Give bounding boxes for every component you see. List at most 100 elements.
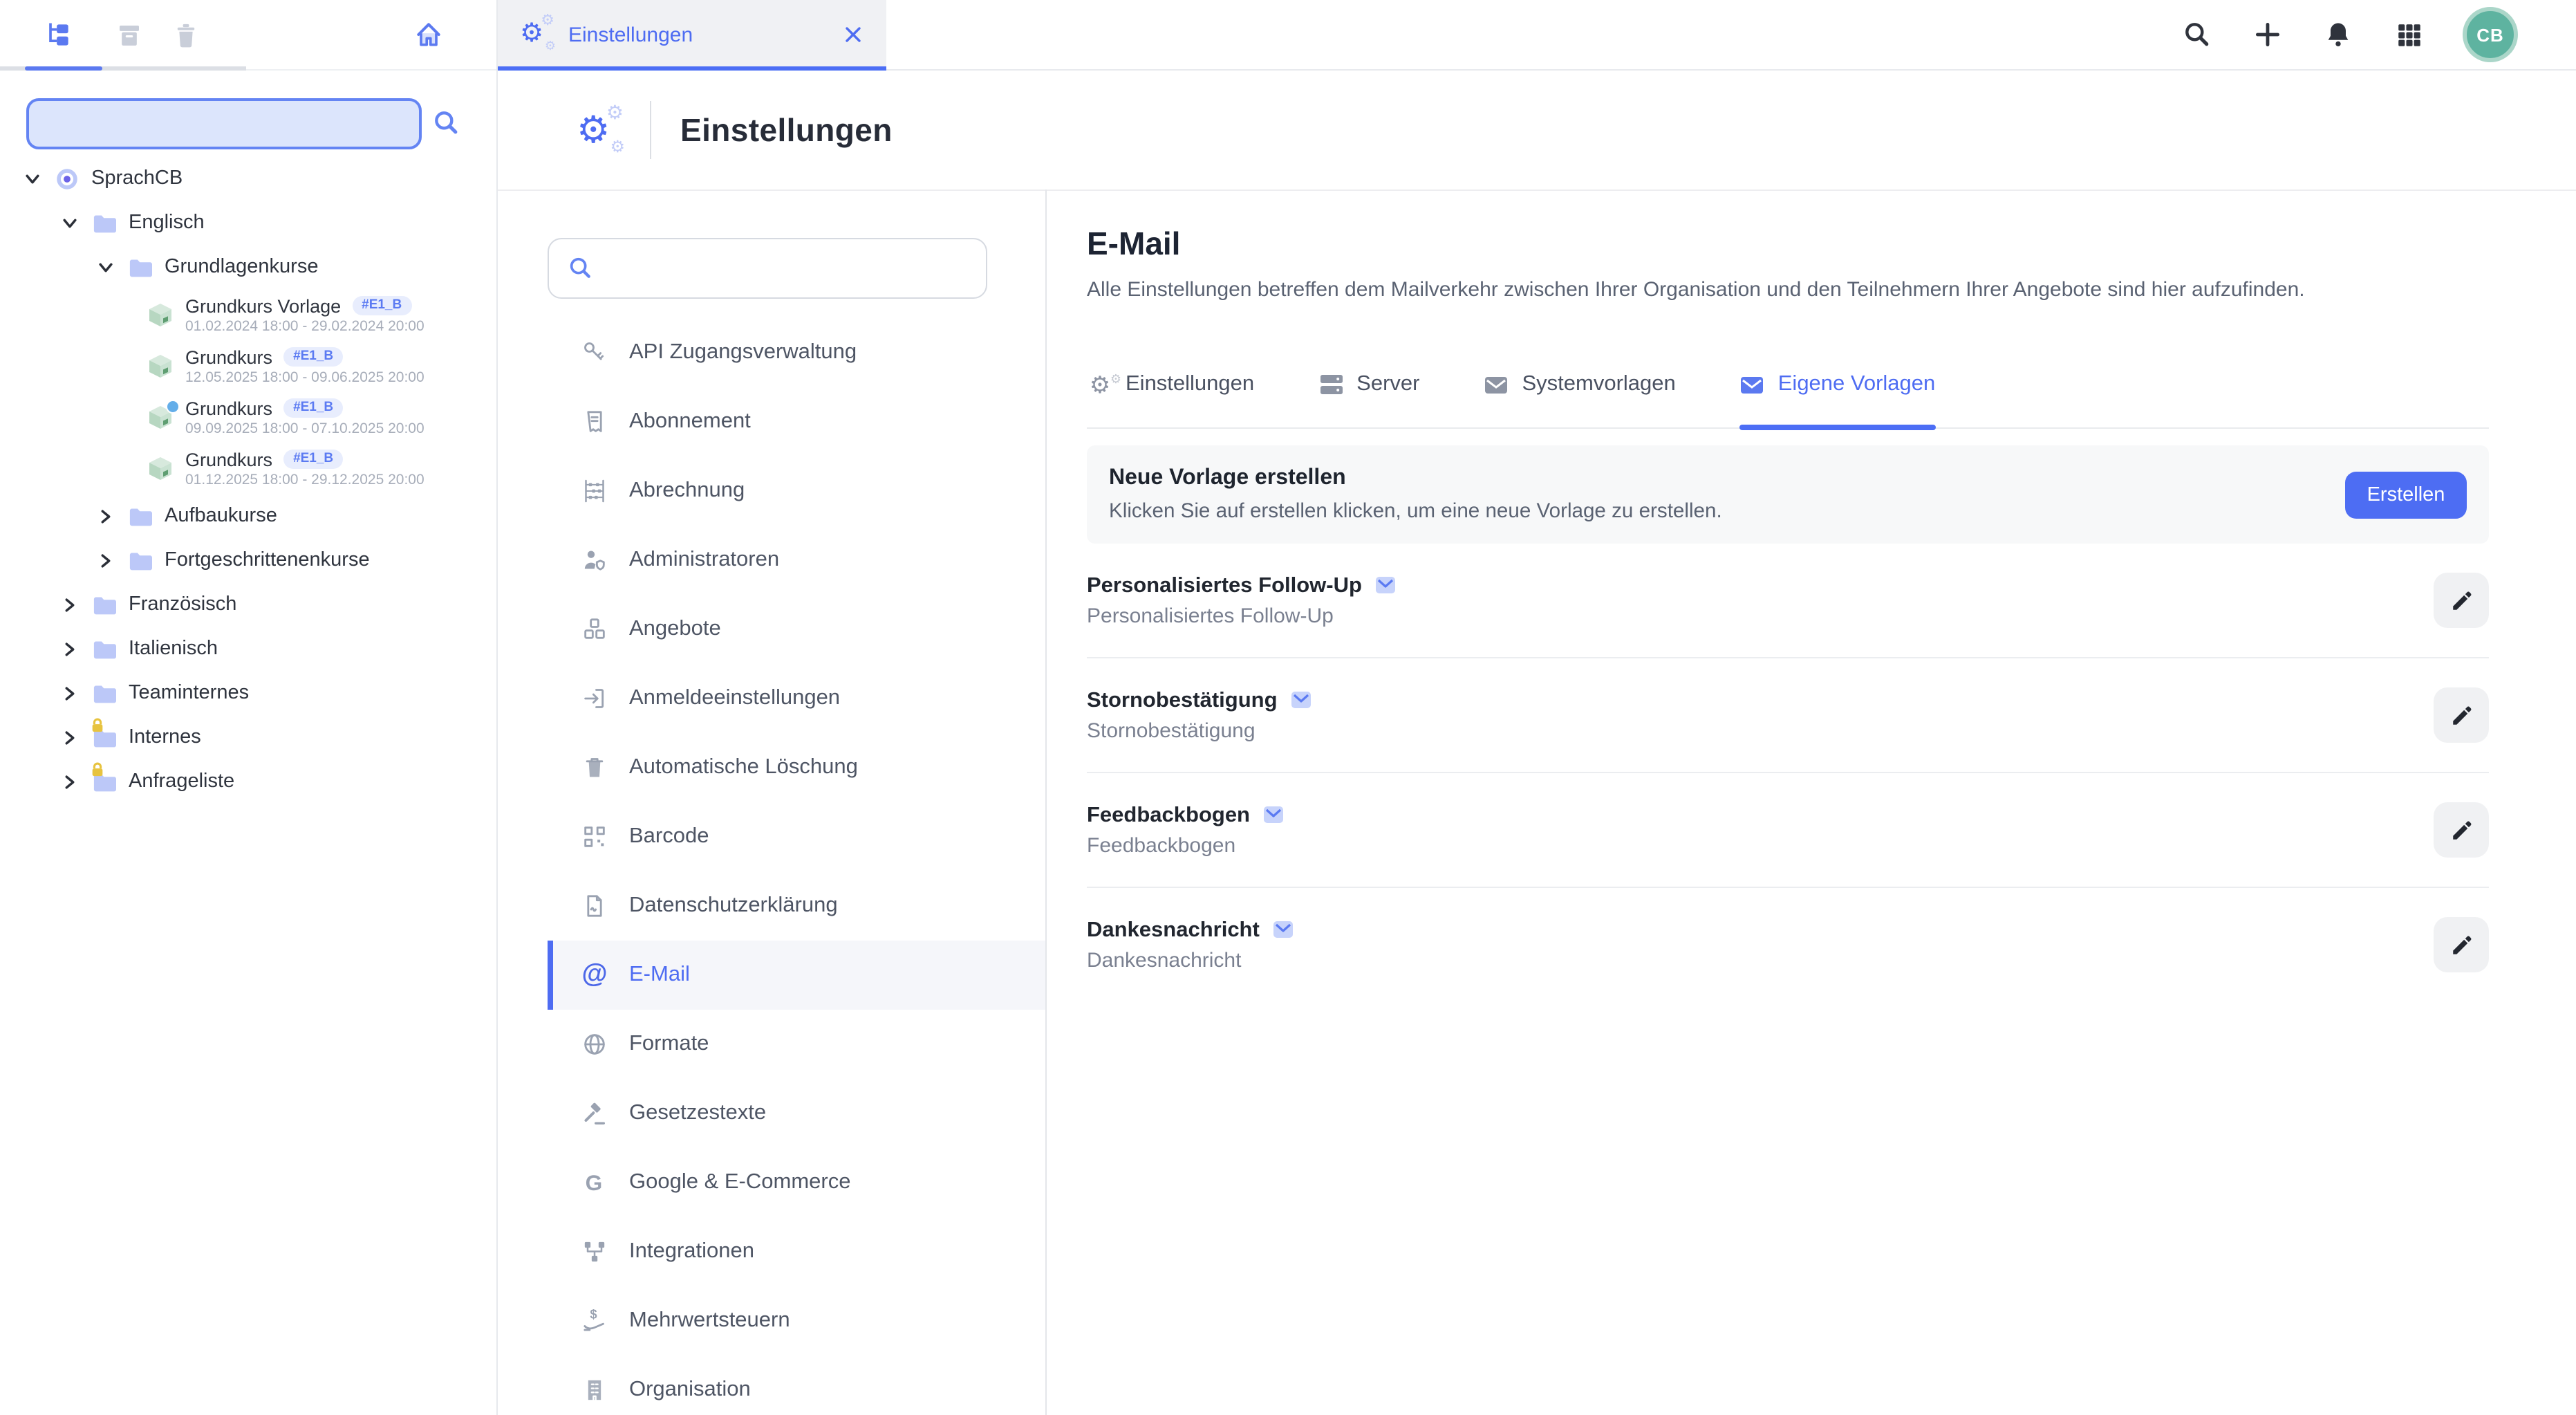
add-icon[interactable] <box>2251 18 2284 51</box>
tree-item-folder-locked[interactable]: Anfrageliste <box>0 759 496 804</box>
tab-einstellungen[interactable]: ⚙⚙⚙ Einstellungen <box>498 0 886 69</box>
tree-item-course[interactable]: Grundkurs #E1_B 01.12.2025 18:00 - 29.12.… <box>0 443 496 494</box>
menu-item-automatische-loeschung[interactable]: Automatische Löschung <box>548 733 1045 802</box>
course-tree-panel: SprachCB Englisch Grundlagenkurse Grundk… <box>0 0 498 1415</box>
menu-item-formate[interactable]: Formate <box>548 1010 1045 1079</box>
search-icon[interactable] <box>2181 18 2214 51</box>
course-dates: 01.02.2024 18:00 - 29.02.2024 20:00 <box>185 317 424 334</box>
menu-item-anmeldeeinstellungen[interactable]: Anmeldeeinstellungen <box>548 664 1045 733</box>
topbar-actions: CB <box>2181 7 2576 62</box>
horizontal-scrollbar-thumb[interactable] <box>25 66 102 71</box>
tab-eigene-vorlagen[interactable]: Eigene Vorlagen <box>1739 372 1936 427</box>
template-row[interactable]: Feedbackbogen Feedbackbogen <box>1087 773 2489 888</box>
tab-server[interactable]: Server <box>1318 372 1419 427</box>
tree-item-folder[interactable]: Aufbaukurse <box>0 494 496 538</box>
edit-button[interactable] <box>2434 802 2489 858</box>
menu-item-organisation[interactable]: Organisation <box>548 1356 1045 1415</box>
tree-item-folder[interactable]: Italienisch <box>0 627 496 671</box>
menu-item-mehrwertsteuern[interactable]: $ Mehrwertsteuern <box>548 1286 1045 1356</box>
menu-item-api[interactable]: API Zugangsverwaltung <box>548 318 1045 387</box>
menu-item-label: Anmeldeeinstellungen <box>629 686 840 711</box>
menu-item-label: Integrationen <box>629 1239 754 1264</box>
menu-item-abrechnung[interactable]: Abrechnung <box>548 456 1045 526</box>
menu-item-gesetzestexte[interactable]: Gesetzestexte <box>548 1079 1045 1148</box>
course-dates: 01.12.2025 18:00 - 29.12.2025 20:00 <box>185 471 424 488</box>
folder-icon <box>91 726 116 748</box>
tree-item-course[interactable]: Grundkurs Vorlage#E1_B 01.02.2024 18:00 … <box>0 289 496 340</box>
chevron-down-icon[interactable] <box>24 170 40 187</box>
tree-item-label: Teaminternes <box>129 682 249 704</box>
menu-item-angebote[interactable]: Angebote <box>548 595 1045 664</box>
course-box-icon <box>147 352 174 380</box>
envelope-icon <box>1739 373 1766 396</box>
search-icon <box>567 255 595 282</box>
avatar[interactable]: CB <box>2463 7 2518 62</box>
edit-button[interactable] <box>2434 917 2489 972</box>
tree-item-label: Fortgeschrittenenkurse <box>165 549 370 571</box>
course-title: Grundkurs Vorlage <box>185 295 341 316</box>
template-row[interactable]: Dankesnachricht Dankesnachricht <box>1087 888 2489 1001</box>
tree-item-folder-locked[interactable]: Internes <box>0 715 496 759</box>
chevron-right-icon[interactable] <box>61 773 77 790</box>
menu-item-google-ecommerce[interactable]: G Google & E-Commerce <box>548 1148 1045 1217</box>
chevron-right-icon[interactable] <box>61 596 77 613</box>
chevron-down-icon[interactable] <box>97 259 113 275</box>
create-button[interactable]: Erstellen <box>2345 471 2467 518</box>
chevron-right-icon[interactable] <box>97 552 113 568</box>
menu-item-integrationen[interactable]: Integrationen <box>548 1217 1045 1286</box>
trash-icon[interactable] <box>169 18 202 51</box>
tree-item-folder[interactable]: Französisch <box>0 582 496 627</box>
tree-item-folder[interactable]: Grundlagenkurse <box>0 245 496 289</box>
tab-systemvorlagen[interactable]: Systemvorlagen <box>1483 372 1675 427</box>
template-row[interactable]: Stornobestätigung Stornobestätigung <box>1087 658 2489 773</box>
close-icon[interactable] <box>842 24 864 46</box>
menu-item-administratoren[interactable]: Administratoren <box>548 526 1045 595</box>
notifications-icon[interactable] <box>2322 18 2355 51</box>
tree-item-course[interactable]: Grundkurs#E1_B 09.09.2025 18:00 - 07.10.… <box>0 391 496 443</box>
course-badge: #E1_B <box>283 450 343 469</box>
envelope-icon <box>1483 373 1509 396</box>
tree-view-icon[interactable] <box>41 18 75 51</box>
chevron-right-icon[interactable] <box>97 508 113 524</box>
email-settings-panel: E-Mail Alle Einstellungen betreffen dem … <box>1047 189 2576 1415</box>
menu-item-datenschutzerklaerung[interactable]: Datenschutzerklärung <box>548 871 1045 941</box>
menu-item-label: Gesetzestexte <box>629 1101 766 1126</box>
chevron-down-icon[interactable] <box>61 214 77 231</box>
tab-einstellungen[interactable]: ⚙⚙ Einstellungen <box>1087 372 1254 427</box>
archive-icon[interactable] <box>112 18 145 51</box>
menu-search-input[interactable] <box>549 239 986 297</box>
cubes-icon <box>581 616 608 643</box>
tree-item-label: Anfrageliste <box>129 770 234 793</box>
tree-item-course[interactable]: Grundkurs#E1_B 12.05.2025 18:00 - 09.06.… <box>0 340 496 391</box>
edit-button[interactable] <box>2434 573 2489 628</box>
tab-label: Eigene Vorlagen <box>1778 372 1936 397</box>
course-box-icon <box>147 403 174 431</box>
tree-item-folder[interactable]: Fortgeschrittenenkurse <box>0 538 496 582</box>
chevron-right-icon[interactable] <box>61 685 77 701</box>
course-title: Grundkurs <box>185 346 272 367</box>
course-title: Grundkurs <box>185 449 272 470</box>
chevron-right-icon[interactable] <box>61 729 77 746</box>
template-name: Feedbackbogen <box>1087 802 1250 828</box>
menu-item-label: Mehrwertsteuern <box>629 1308 790 1333</box>
tree-search-box <box>26 98 422 149</box>
chevron-right-icon[interactable] <box>61 640 77 657</box>
app-window: SprachCB Englisch Grundlagenkurse Grundk… <box>0 0 2576 1415</box>
folder-icon <box>127 505 152 527</box>
page-title: Einstellungen <box>680 111 893 149</box>
tree-item-folder[interactable]: Englisch <box>0 201 496 245</box>
menu-item-barcode[interactable]: Barcode <box>548 802 1045 871</box>
tree-search-icon[interactable] <box>431 108 462 138</box>
apps-grid-icon[interactable] <box>2392 18 2425 51</box>
menu-item-email[interactable]: @ E-Mail <box>548 941 1045 1010</box>
edit-button[interactable] <box>2434 687 2489 743</box>
menu-item-label: Abonnement <box>629 409 751 434</box>
template-row[interactable]: Personalisiertes Follow-Up Personalisier… <box>1087 544 2489 658</box>
tree-item-root[interactable]: SprachCB <box>0 156 496 201</box>
home-icon[interactable] <box>412 18 445 51</box>
tree-search-input[interactable] <box>29 101 419 147</box>
qr-code-icon <box>581 823 608 851</box>
settings-gear-icon: ⚙⚙⚙ <box>577 108 624 152</box>
menu-item-abonnement[interactable]: Abonnement <box>548 387 1045 456</box>
tree-item-folder[interactable]: Teaminternes <box>0 671 496 715</box>
